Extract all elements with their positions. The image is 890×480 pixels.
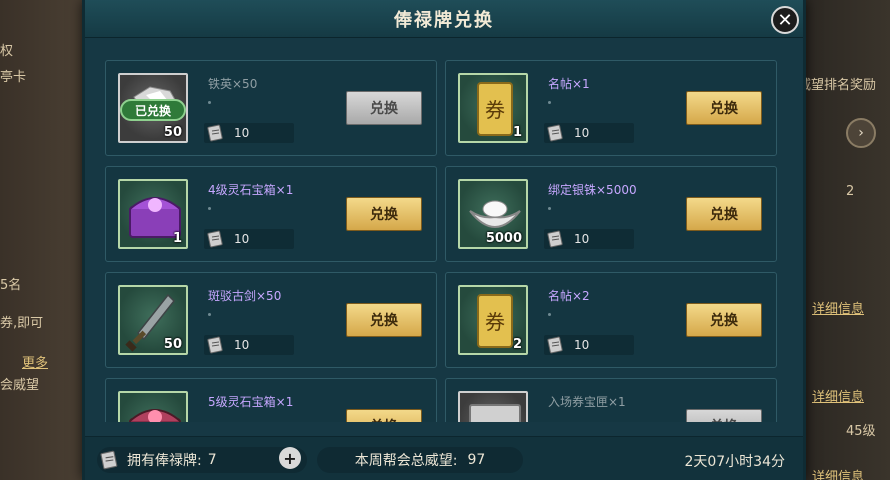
- item-cost: 10: [204, 335, 294, 355]
- owned-tokens-box: 拥有俸禄牌: 7: [97, 447, 307, 473]
- exchange-card: 券 2 名帖×2 10 兑换: [445, 272, 777, 368]
- item-cost: 10: [544, 229, 634, 249]
- exchange-card: 券 1 名帖×1 10 兑换: [445, 60, 777, 156]
- item-cost: 10: [204, 229, 294, 249]
- exchange-card: 入场券宝匣×1 兑换: [445, 378, 777, 422]
- item-slot[interactable]: 已兑换 50: [118, 73, 188, 143]
- salary-token-icon: [207, 336, 223, 354]
- divider-dot: [208, 101, 211, 104]
- bg-left-text: 会威望: [0, 378, 40, 393]
- bg-right-text: 2: [846, 184, 855, 199]
- bg-left-text: 亭卡: [0, 70, 27, 85]
- cost-value: 10: [574, 126, 590, 140]
- dialog-footer: 拥有俸禄牌: 7 + 本周帮会总威望: 97 2天07小时34分: [85, 436, 803, 480]
- add-tokens-button[interactable]: +: [279, 447, 301, 469]
- item-quantity: 2: [512, 337, 522, 352]
- svg-text:券: 券: [485, 310, 505, 334]
- exchange-card: 1 4级灵石宝箱×1 10 兑换: [105, 166, 437, 262]
- item-quantity: 5000: [485, 231, 522, 246]
- item-cost: 10: [544, 335, 634, 355]
- divider-dot: [548, 101, 551, 104]
- guild-prestige-box: 本周帮会总威望: 97: [317, 447, 523, 473]
- exchange-card: 5000 绑定银铢×5000 10 兑换: [445, 166, 777, 262]
- dialog-header: 俸禄牌兑换 ✕: [85, 0, 803, 38]
- cost-value: 10: [234, 338, 250, 352]
- bg-detail-link[interactable]: 详细信息: [812, 466, 864, 480]
- exchange-button[interactable]: 兑换: [346, 409, 422, 422]
- divider-dot: [548, 207, 551, 210]
- background-right-panel: 威望排名奖励 › 2 详细信息 详细信息 45级 详细信息: [798, 0, 890, 480]
- item-name: 斑驳古剑×50: [208, 289, 282, 303]
- item-slot[interactable]: [458, 391, 528, 422]
- exchange-card: 50 斑驳古剑×50 10 兑换: [105, 272, 437, 368]
- item-quantity: 50: [163, 337, 182, 352]
- item-cost: 10: [204, 123, 294, 143]
- bg-left-text: 权: [0, 44, 14, 59]
- bg-next-button[interactable]: ›: [846, 118, 876, 148]
- background-left-panel: 权 亭卡 5名 券,即可 更多 会威望: [0, 0, 84, 480]
- salary-token-icon: [547, 124, 563, 142]
- exchange-card: 5级灵石宝箱×1 兑换: [105, 378, 437, 422]
- guild-prestige-label: 本周帮会总威望:: [354, 453, 458, 469]
- item-name: 入场券宝匣×1: [548, 395, 626, 409]
- exchange-button[interactable]: 兑换: [686, 197, 762, 231]
- salary-token-icon: [207, 230, 223, 248]
- item-name: 4级灵石宝箱×1: [208, 183, 294, 197]
- exchange-button[interactable]: 兑换: [686, 409, 762, 422]
- item-quantity: 1: [172, 231, 182, 246]
- item-name: 5级灵石宝箱×1: [208, 395, 294, 409]
- divider-dot: [208, 207, 211, 210]
- salary-token-icon: [100, 450, 118, 470]
- item-cost: 10: [544, 123, 634, 143]
- bg-more-link[interactable]: 更多: [22, 352, 48, 371]
- divider-dot: [208, 313, 211, 316]
- item-slot[interactable]: 5000: [458, 179, 528, 249]
- bg-right-text: 威望排名奖励: [798, 78, 877, 93]
- exchange-button[interactable]: 兑换: [346, 91, 422, 125]
- dialog-title: 俸禄牌兑换: [394, 9, 494, 31]
- item-name: 名帖×2: [548, 289, 590, 303]
- cost-value: 10: [234, 232, 250, 246]
- exchange-card: 已兑换 50 铁英×50 10 兑换: [105, 60, 437, 156]
- item-slot[interactable]: 券 2: [458, 285, 528, 355]
- divider-dot: [548, 313, 551, 316]
- item-quantity: 50: [163, 125, 182, 140]
- exchange-button[interactable]: 兑换: [686, 91, 762, 125]
- purple-chest-icon: [129, 409, 181, 422]
- item-slot[interactable]: 1: [118, 179, 188, 249]
- exchange-button[interactable]: 兑换: [346, 303, 422, 337]
- item-quantity: 1: [512, 125, 522, 140]
- cost-value: 10: [574, 232, 590, 246]
- bg-detail-link[interactable]: 详细信息: [812, 386, 864, 405]
- redeemed-badge: 已兑换: [120, 99, 186, 121]
- item-slot[interactable]: 50: [118, 285, 188, 355]
- item-slot[interactable]: [118, 391, 188, 422]
- exchange-button[interactable]: 兑换: [686, 303, 762, 337]
- svg-text:券: 券: [485, 98, 505, 122]
- item-grid[interactable]: 已兑换 50 铁英×50 10 兑换 券 1 名帖×1 10 兑换 1 4级灵石…: [105, 60, 785, 422]
- gray-box-icon: [469, 404, 521, 422]
- countdown-timer: 2天07小时34分: [684, 454, 785, 470]
- salary-token-icon: [547, 230, 563, 248]
- owned-tokens-label: 拥有俸禄牌:: [127, 453, 202, 469]
- item-name: 铁英×50: [208, 77, 258, 91]
- guild-prestige-value: 97: [467, 452, 486, 468]
- bg-left-text: 券,即可: [0, 316, 44, 331]
- item-name: 名帖×1: [548, 77, 590, 91]
- cost-value: 10: [574, 338, 590, 352]
- owned-tokens-value: 7: [207, 452, 217, 468]
- cost-value: 10: [234, 126, 250, 140]
- item-slot[interactable]: 券 1: [458, 73, 528, 143]
- bg-right-text: 45级: [846, 424, 876, 439]
- exchange-button[interactable]: 兑换: [346, 197, 422, 231]
- bg-left-text: 5名: [0, 278, 22, 293]
- salary-token-icon: [547, 336, 563, 354]
- item-name: 绑定银铢×5000: [548, 183, 637, 197]
- exchange-dialog: 俸禄牌兑换 ✕ 已兑换 50 铁英×50 10 兑换 券 1 名帖×1 10 兑…: [82, 0, 806, 480]
- close-button[interactable]: ✕: [771, 6, 799, 34]
- salary-token-icon: [207, 124, 223, 142]
- bg-detail-link[interactable]: 详细信息: [812, 298, 864, 317]
